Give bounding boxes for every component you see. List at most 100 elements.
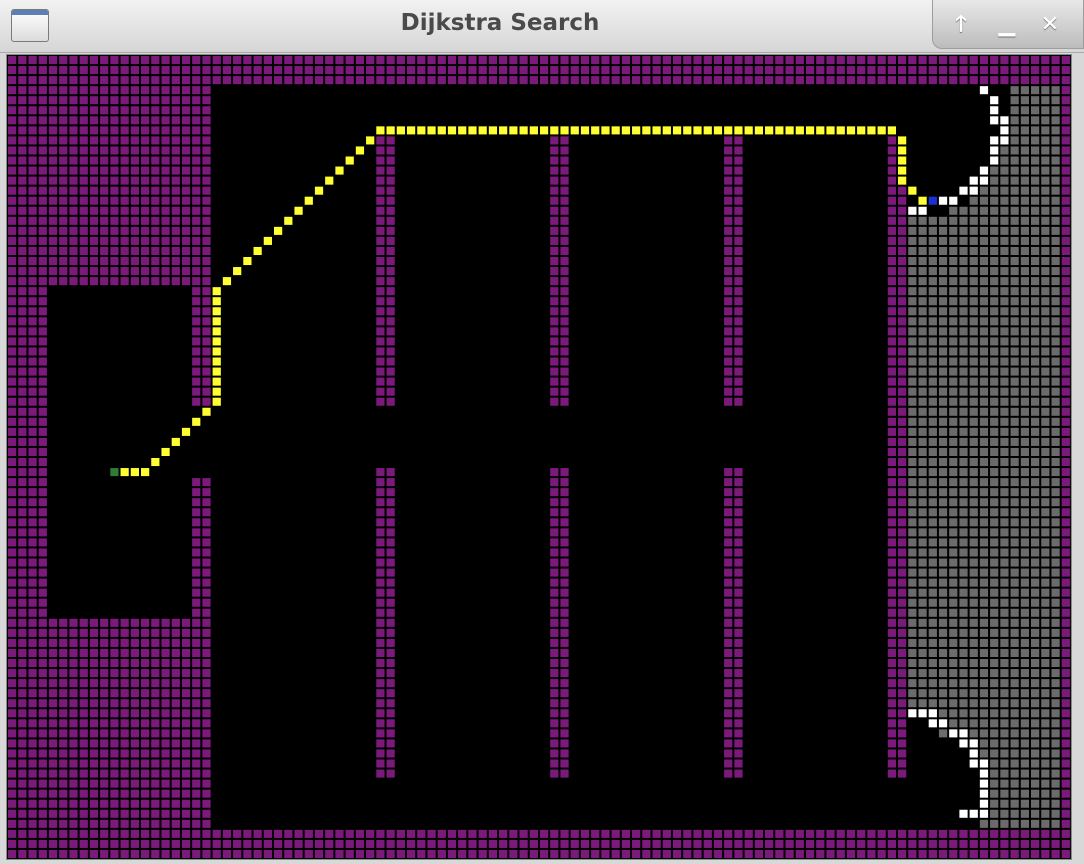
wall-cell: [795, 76, 804, 85]
visited-edge-cell: [969, 739, 978, 748]
wall-cell: [181, 809, 191, 818]
visited-edge-cell: [1000, 126, 1009, 135]
path-cell: [580, 126, 590, 135]
frontier-cell: [990, 437, 999, 446]
wall-cell: [100, 277, 109, 286]
wall-cell: [18, 608, 27, 617]
wall-cell: [785, 829, 794, 838]
frontier-cell: [979, 508, 989, 517]
frontier-cell: [918, 628, 927, 637]
wall-cell: [89, 216, 99, 225]
wall-cell: [284, 56, 293, 65]
wall-cell: [161, 759, 170, 768]
wall-cell: [192, 839, 201, 848]
frontier-cell: [1000, 739, 1009, 748]
wall-cell: [110, 829, 119, 838]
wall-cell: [560, 528, 569, 537]
frontier-cell: [990, 478, 999, 487]
frontier-cell: [979, 257, 989, 266]
frontier-cell: [979, 317, 989, 326]
wall-cell: [110, 176, 119, 185]
frontier-cell: [1000, 719, 1009, 728]
wall-cell: [171, 96, 180, 105]
frontier-cell: [959, 407, 968, 416]
wall-cell: [18, 729, 27, 738]
wall-cell: [591, 839, 600, 848]
maximize-button[interactable]: 🡑: [945, 9, 977, 41]
frontier-cell: [1010, 799, 1019, 808]
wall-cell: [386, 397, 395, 406]
minimize-button[interactable]: ▁: [991, 9, 1023, 41]
frontier-cell: [918, 417, 927, 426]
wall-cell: [898, 377, 907, 386]
wall-cell: [28, 367, 37, 376]
wall-cell: [192, 578, 201, 587]
frontier-cell: [1020, 769, 1029, 778]
visited-edge-cell: [908, 206, 917, 215]
frontier-cell: [1051, 246, 1060, 255]
frontier-cell: [990, 689, 999, 698]
frontier-cell: [918, 427, 927, 436]
frontier-cell: [959, 447, 968, 456]
path-cell: [795, 126, 804, 135]
frontier-cell: [1010, 518, 1019, 527]
wall-cell: [202, 236, 211, 245]
wall-cell: [8, 839, 17, 848]
wall-cell: [28, 146, 37, 155]
wall-cell: [89, 739, 99, 748]
window-titlebar[interactable]: Dijkstra Search 🡑 ▁ ✕: [0, 0, 1084, 53]
wall-cell: [79, 186, 88, 195]
wall-cell: [591, 76, 600, 85]
wall-cell: [130, 136, 139, 145]
wall-cell: [744, 829, 753, 838]
wall-cell: [1020, 76, 1029, 85]
frontier-cell: [1041, 458, 1050, 467]
wall-cell: [161, 689, 170, 698]
frontier-cell: [1010, 257, 1019, 266]
wall-cell: [550, 528, 559, 537]
frontier-cell: [959, 669, 968, 678]
wall-cell: [304, 66, 313, 75]
frontier-cell: [928, 608, 937, 617]
frontier-cell: [1020, 186, 1029, 195]
wall-cell: [18, 236, 27, 245]
wall-cell: [1061, 739, 1070, 748]
close-button[interactable]: ✕: [1034, 9, 1066, 41]
wall-cell: [386, 769, 395, 778]
frontier-cell: [1051, 498, 1060, 507]
wall-cell: [69, 789, 78, 798]
wall-cell: [805, 56, 815, 65]
frontier-cell: [908, 236, 917, 245]
frontier-cell: [959, 568, 968, 577]
wall-cell: [713, 839, 723, 848]
wall-cell: [110, 56, 119, 65]
wall-cell: [478, 76, 487, 85]
frontier-cell: [1031, 307, 1040, 316]
frontier-cell: [928, 387, 937, 396]
wall-cell: [100, 679, 109, 688]
wall-cell: [376, 749, 385, 758]
wall-cell: [38, 146, 47, 155]
wall-cell: [89, 236, 99, 245]
wall-cell: [1061, 789, 1070, 798]
wall-cell: [560, 216, 569, 225]
wall-cell: [468, 76, 477, 85]
wall-cell: [898, 498, 907, 507]
wall-cell: [130, 729, 139, 738]
wall-cell: [89, 719, 99, 728]
wall-cell: [171, 779, 180, 788]
frontier-cell: [1041, 528, 1050, 537]
wall-cell: [28, 618, 37, 627]
frontier-cell: [1041, 749, 1050, 758]
wall-cell: [386, 327, 395, 336]
frontier-cell: [938, 729, 948, 738]
wall-cell: [18, 277, 27, 286]
wall-cell: [100, 196, 109, 205]
wall-cell: [8, 156, 17, 165]
wall-cell: [79, 638, 88, 647]
search-grid[interactable]: [7, 55, 1071, 859]
frontier-cell: [990, 337, 999, 346]
wall-cell: [161, 779, 170, 788]
wall-cell: [314, 56, 324, 65]
wall-cell: [8, 136, 17, 145]
